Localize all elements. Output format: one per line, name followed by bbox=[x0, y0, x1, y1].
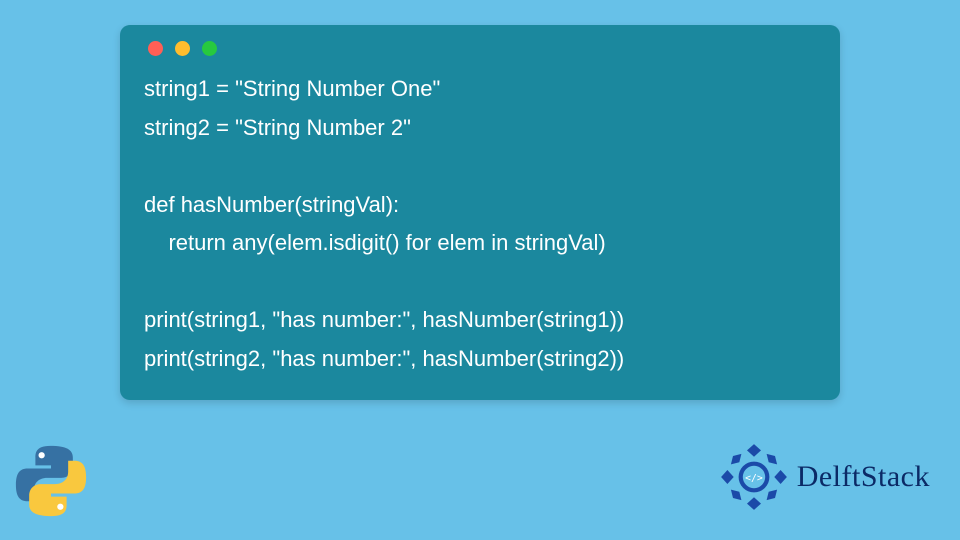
code-block: string1 = "String Number One" string2 = … bbox=[144, 70, 816, 378]
window-traffic-lights bbox=[148, 41, 816, 56]
brand-name: DelftStack bbox=[797, 460, 930, 494]
delftstack-logo-icon: </> bbox=[719, 442, 789, 512]
traffic-dot-red bbox=[148, 41, 163, 56]
python-icon bbox=[12, 442, 90, 520]
svg-text:</>: </> bbox=[745, 473, 763, 484]
footer: </> DelftStack bbox=[0, 420, 960, 540]
brand: </> DelftStack bbox=[719, 442, 930, 512]
traffic-dot-yellow bbox=[175, 41, 190, 56]
traffic-dot-green bbox=[202, 41, 217, 56]
code-card: string1 = "String Number One" string2 = … bbox=[120, 25, 840, 400]
